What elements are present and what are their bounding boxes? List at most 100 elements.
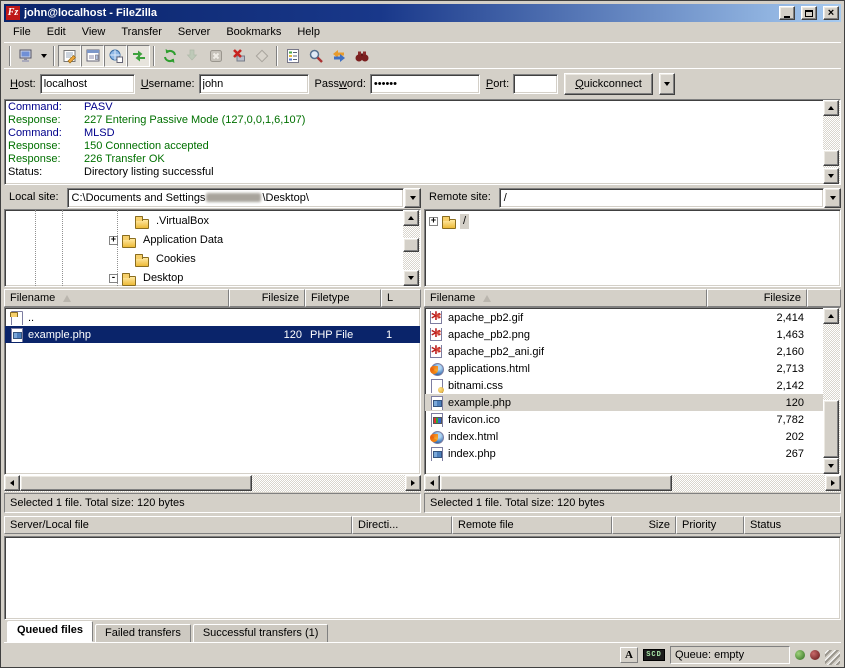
remote-path-combo[interactable]: / <box>499 188 841 208</box>
quickconnect-button[interactable]: Quickconnect <box>564 73 653 95</box>
transfer-type-icon[interactable]: A <box>620 647 638 663</box>
maximize-button[interactable] <box>801 6 817 20</box>
file-row[interactable]: apache_pb2.png 1,463 <box>425 326 823 343</box>
tree-item[interactable]: Cookies <box>5 250 403 269</box>
scroll-down-button[interactable] <box>403 270 419 286</box>
scroll-up-button[interactable] <box>403 210 419 226</box>
scroll-thumb[interactable] <box>440 475 672 491</box>
file-search-button[interactable] <box>304 45 327 67</box>
menu-item[interactable]: Edit <box>39 23 74 41</box>
local-path-dropdown[interactable] <box>404 188 421 208</box>
tree-item[interactable]: .VirtualBox <box>5 212 403 231</box>
column-header[interactable]: Filename <box>424 289 707 307</box>
file-row[interactable]: index.php 267 <box>425 445 823 462</box>
menu-item[interactable]: View <box>74 23 114 41</box>
scroll-up-button[interactable] <box>823 308 839 324</box>
disconnect-button[interactable] <box>227 45 250 67</box>
queue-tab[interactable]: Successful transfers (1) <box>193 624 329 642</box>
remote-path-value[interactable]: / <box>499 188 824 208</box>
queue-column-header[interactable]: Status <box>744 516 841 534</box>
open-site-manager-button[interactable] <box>14 45 37 67</box>
column-header[interactable]: L <box>381 289 421 307</box>
reconnect-button[interactable] <box>250 45 273 67</box>
local-path-value[interactable]: C:\Documents and Settings\Desktop\ <box>67 188 404 208</box>
column-header[interactable] <box>807 289 841 307</box>
tree-item[interactable]: Application Data <box>5 231 403 250</box>
menu-item[interactable]: Server <box>170 23 218 41</box>
site-manager-dropdown-button[interactable] <box>37 45 50 67</box>
remote-hscrollbar[interactable] <box>424 475 841 492</box>
toggle-remote-tree-button[interactable] <box>104 45 127 67</box>
queue-column-header[interactable]: Priority <box>676 516 744 534</box>
toggle-message-log-button[interactable] <box>58 45 81 67</box>
cancel-operation-button[interactable] <box>204 45 227 67</box>
filezilla-window: Fz john@localhost - FileZilla × File Edi… <box>0 0 845 668</box>
scroll-thumb[interactable] <box>823 150 839 166</box>
speed-limits-icon[interactable]: SCD <box>643 649 665 661</box>
scroll-down-button[interactable] <box>823 168 839 184</box>
scroll-thumb[interactable] <box>403 238 419 252</box>
tree-item[interactable]: Desktop <box>5 269 403 286</box>
quickconnect-dropdown-button[interactable] <box>659 73 675 95</box>
file-row[interactable]: applications.html 2,713 <box>425 360 823 377</box>
column-header[interactable]: Filesize <box>229 289 305 307</box>
file-row[interactable]: example.php 120 PHP File 1 <box>5 326 420 343</box>
scroll-right-button[interactable] <box>405 475 421 491</box>
menu-item[interactable]: Bookmarks <box>218 23 289 41</box>
file-row[interactable]: .. <box>5 309 420 326</box>
find-files-button[interactable] <box>350 45 373 67</box>
field-label: Port: <box>486 78 509 90</box>
scroll-thumb[interactable] <box>20 475 252 491</box>
tree-item[interactable]: / <box>425 212 840 231</box>
file-row[interactable]: favicon.ico 7,782 <box>425 411 823 428</box>
file-row[interactable]: bitnami.css 2,142 <box>425 377 823 394</box>
synchronized-browsing-button[interactable] <box>327 45 350 67</box>
host-input[interactable] <box>40 74 135 94</box>
close-button[interactable]: × <box>823 6 839 20</box>
username-input[interactable] <box>199 74 309 94</box>
local-tree-scrollbar[interactable] <box>403 210 420 286</box>
file-name: index.html <box>448 431 498 443</box>
log-scrollbar[interactable] <box>823 100 840 184</box>
resize-grip[interactable] <box>825 650 840 665</box>
menu-item[interactable]: File <box>5 23 39 41</box>
toggle-transfer-queue-button[interactable] <box>127 45 150 67</box>
menu-item[interactable]: Help <box>289 23 328 41</box>
remote-path-dropdown[interactable] <box>824 188 841 208</box>
queue-column-header[interactable]: Directi... <box>352 516 452 534</box>
queue-column-header[interactable]: Size <box>612 516 676 534</box>
directory-filters-button[interactable] <box>281 45 304 67</box>
file-name: .. <box>28 312 34 324</box>
column-header[interactable]: Filetype <box>305 289 381 307</box>
queue-column-header[interactable]: Remote file <box>452 516 612 534</box>
menu-item[interactable]: Transfer <box>113 23 170 41</box>
tree-expander[interactable] <box>429 217 438 226</box>
scroll-down-button[interactable] <box>823 458 839 474</box>
column-header[interactable]: Filesize <box>707 289 807 307</box>
queue-tab[interactable]: Queued files <box>7 621 93 642</box>
file-row[interactable]: apache_pb2_ani.gif 2,160 <box>425 343 823 360</box>
file-row[interactable]: index.html 202 <box>425 428 823 445</box>
scroll-up-button[interactable] <box>823 100 839 116</box>
local-hscrollbar[interactable] <box>4 475 421 492</box>
log-line-text: 150 Connection accepted <box>84 140 209 152</box>
queue-column-header[interactable]: Server/Local file <box>4 516 352 534</box>
minimize-button[interactable] <box>779 6 795 20</box>
tree-expander[interactable] <box>109 274 118 283</box>
tree-expander[interactable] <box>109 236 118 245</box>
remote-list-scrollbar[interactable] <box>823 308 840 474</box>
password-input[interactable] <box>370 74 480 94</box>
scroll-left-button[interactable] <box>424 475 440 491</box>
toggle-local-tree-button[interactable] <box>81 45 104 67</box>
refresh-button[interactable] <box>158 45 181 67</box>
scroll-right-button[interactable] <box>825 475 841 491</box>
queue-tab[interactable]: Failed transfers <box>95 624 191 642</box>
column-header[interactable]: Filename <box>4 289 229 307</box>
scroll-left-button[interactable] <box>4 475 20 491</box>
file-row[interactable]: example.php 120 <box>425 394 823 411</box>
process-queue-button[interactable] <box>181 45 204 67</box>
local-path-combo[interactable]: C:\Documents and Settings\Desktop\ <box>67 188 421 208</box>
file-row[interactable]: apache_pb2.gif 2,414 <box>425 309 823 326</box>
port-input[interactable] <box>513 74 558 94</box>
scroll-thumb[interactable] <box>823 400 839 458</box>
